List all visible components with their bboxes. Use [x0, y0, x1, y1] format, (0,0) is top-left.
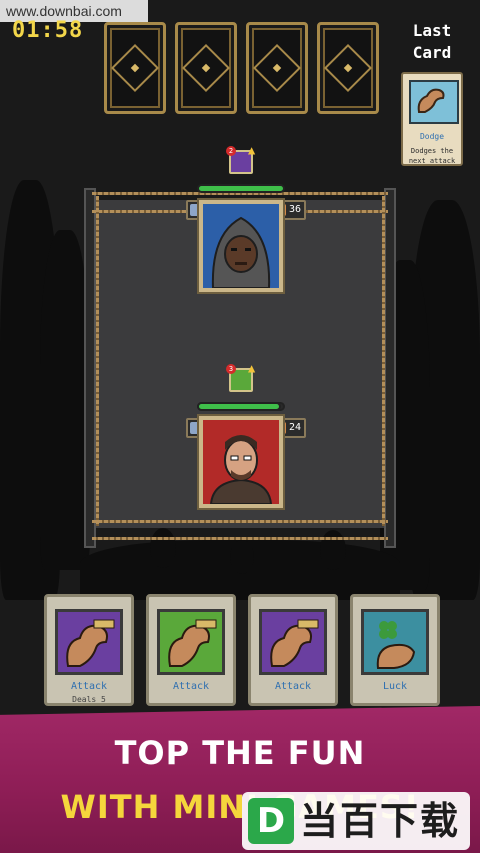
hand-card-attack-2[interactable]: Attack [146, 594, 236, 706]
opponent-buff-count: 2 [226, 146, 236, 156]
promo-headline-line1: TOP THE FUN [114, 734, 366, 772]
muscle-arm-icon [157, 609, 225, 675]
hand-card-label: Attack [70, 681, 108, 692]
deck-card-4[interactable] [317, 22, 379, 114]
deck-card-2[interactable] [175, 22, 237, 114]
clover-icon [361, 609, 429, 675]
opponent-hp-bar [197, 184, 285, 193]
deck-card-1[interactable] [104, 22, 166, 114]
up-arrow-icon: ▲ [248, 143, 256, 157]
player-portrait[interactable] [199, 416, 283, 508]
muscle-arm-icon [259, 609, 327, 675]
last-card[interactable]: Dodge Dodges the next attack [401, 72, 463, 166]
bearded-fighter-icon [209, 435, 273, 505]
hand-card-label: Attack [172, 681, 210, 692]
player-hp-bar [197, 402, 281, 411]
ring-rope [96, 196, 99, 526]
player-buff-count: 3 [226, 364, 236, 374]
up-arrow-icon: ▲ [248, 361, 256, 375]
last-card-name: Dodge [419, 132, 445, 141]
site-logo-icon: D [248, 798, 294, 844]
deck-card-3[interactable] [246, 22, 308, 114]
hooded-fighter-icon [211, 216, 271, 289]
hand-card-attack-1[interactable]: Attack Deals 5 [44, 594, 134, 706]
last-card-description: Dodges the next attack [408, 147, 456, 165]
ring-rope [92, 520, 388, 523]
dodge-arm-icon [409, 80, 459, 124]
hand-card-label: Luck [382, 681, 408, 692]
opponent-portrait[interactable] [199, 200, 283, 292]
ring-rope [382, 196, 385, 526]
muscle-arm-icon [55, 609, 123, 675]
site-logo-text: 当百下载 [300, 799, 461, 843]
hand-card-description: Deals 5 [72, 695, 106, 704]
hand-card-luck[interactable]: Luck [350, 594, 440, 706]
match-timer: 01:58 [12, 18, 84, 43]
ring-post-left [84, 188, 96, 548]
hand-card-attack-3[interactable]: Attack [248, 594, 338, 706]
ring-rope [92, 537, 388, 540]
hand-card-label: Attack [274, 681, 312, 692]
ring-post-right [384, 188, 396, 548]
last-card-heading: Last Card [412, 21, 452, 62]
